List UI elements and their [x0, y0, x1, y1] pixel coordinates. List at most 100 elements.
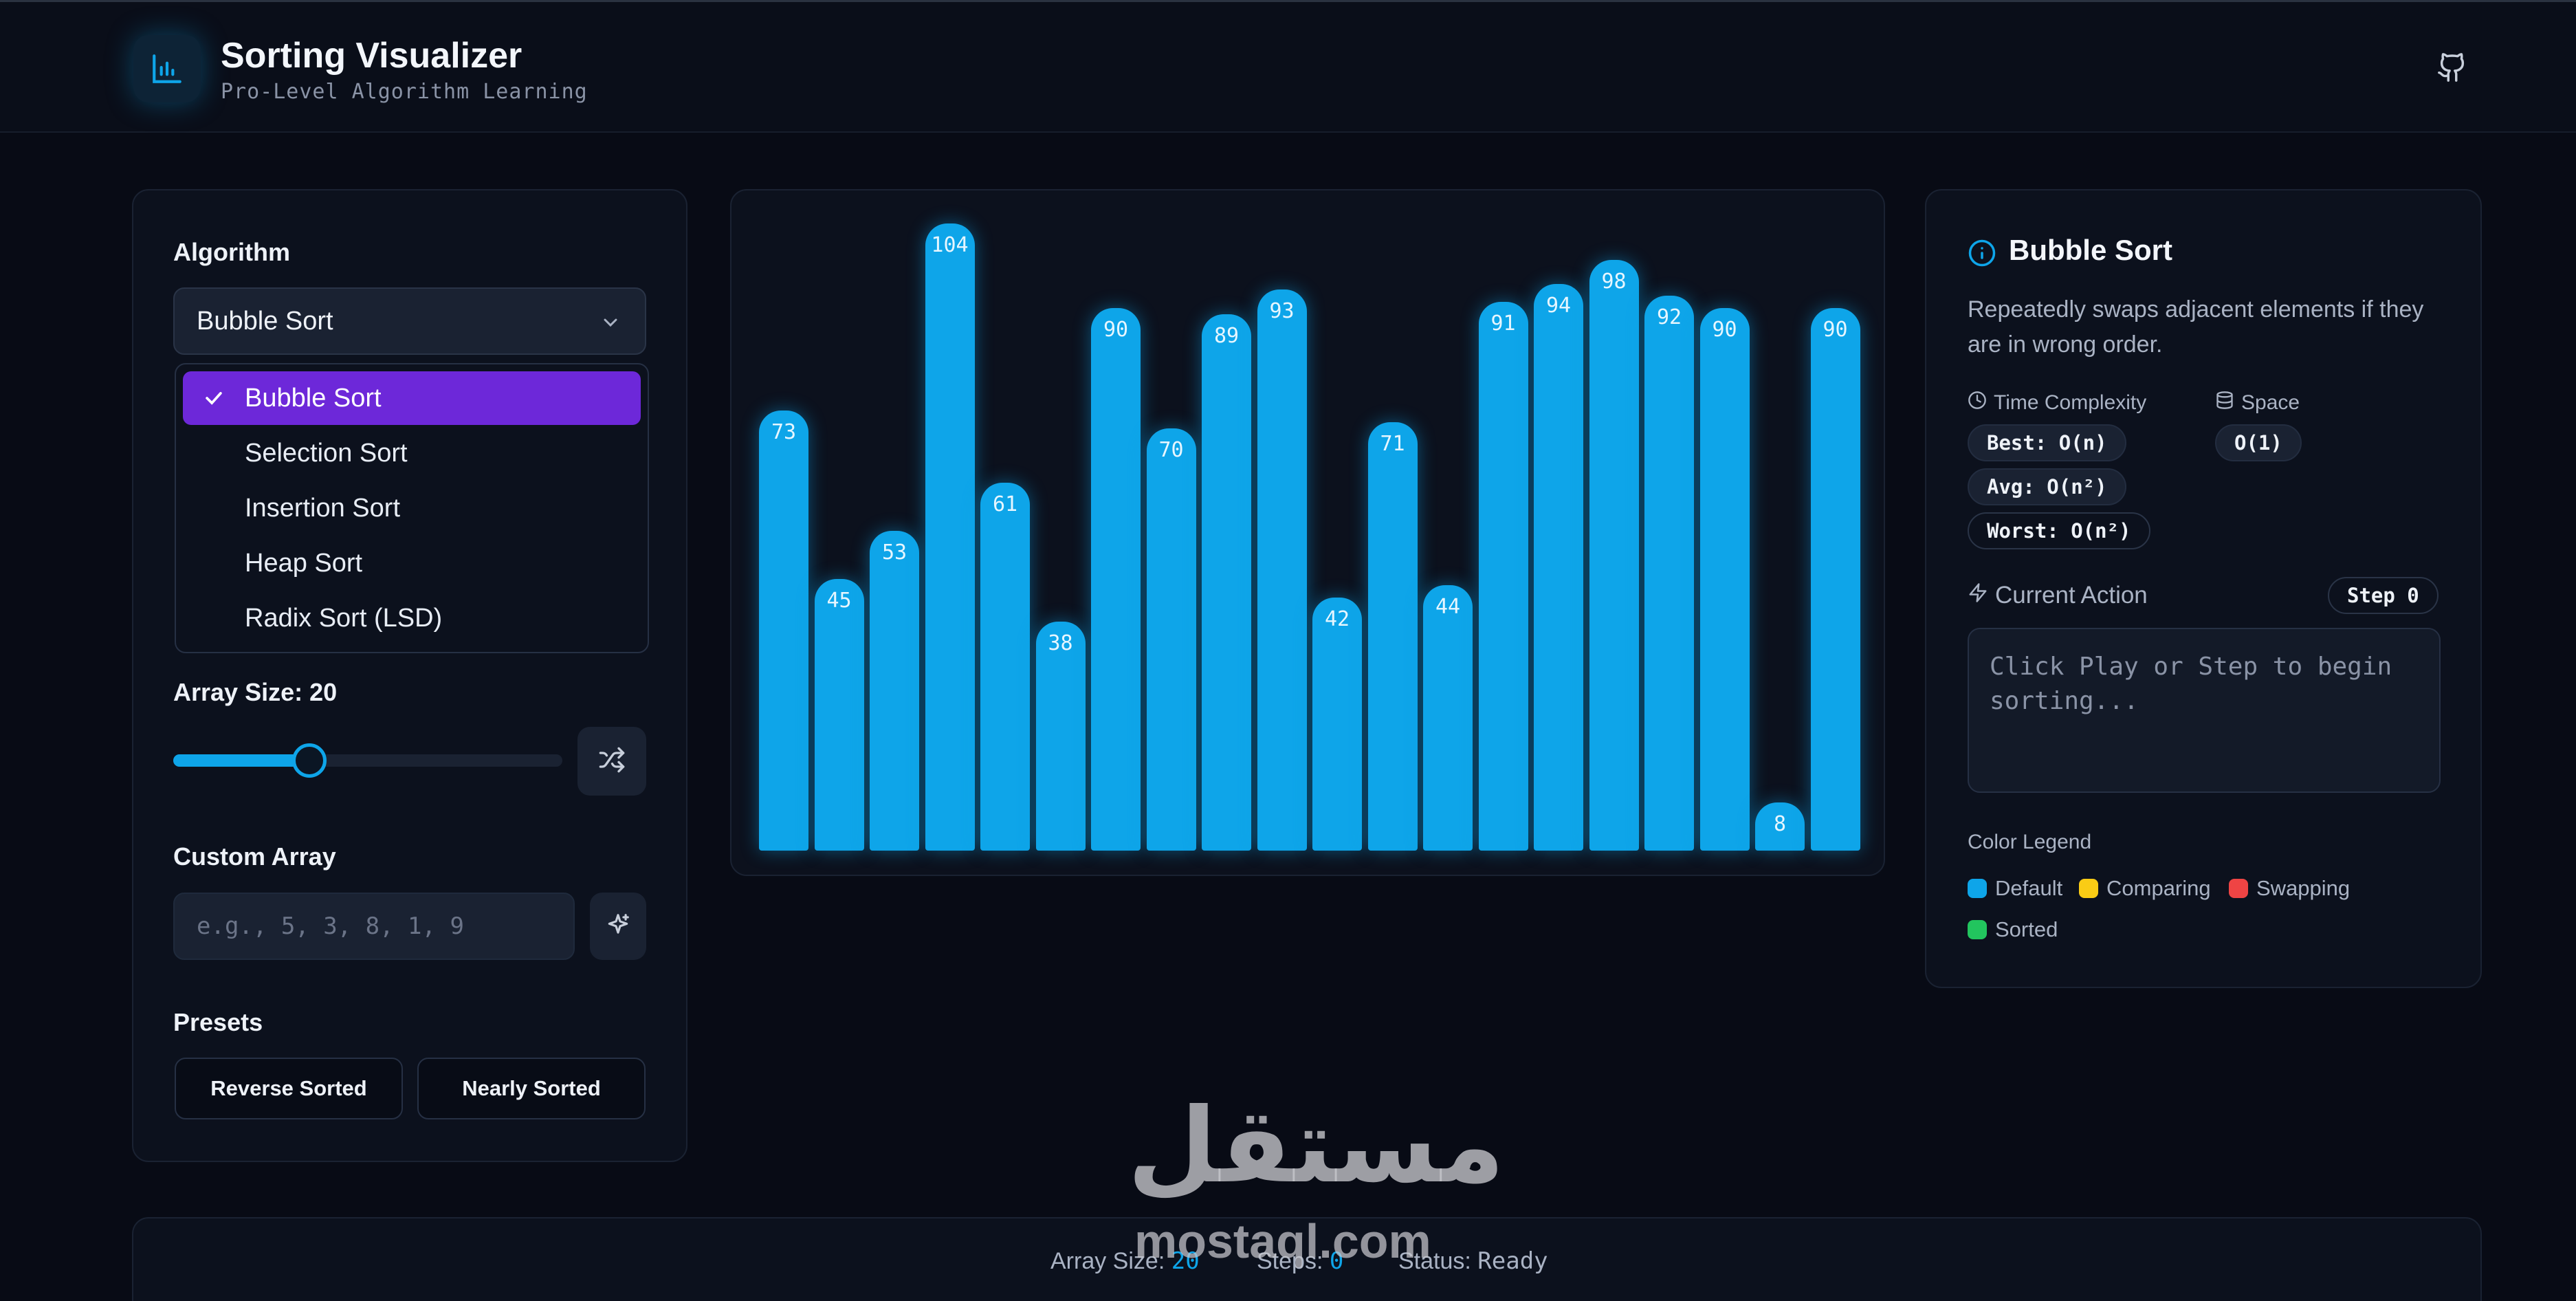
legend-dot: [1968, 879, 1987, 898]
bar-chart: 73 45 53 104 61 38 90 70 89 93 42 71 44 91 94 98 92 90 8 90: [731, 190, 1886, 877]
bar: 70: [1146, 428, 1196, 851]
best-complexity-badge: Best: O(n): [1968, 424, 2126, 461]
bar-value-label: 90: [1712, 317, 1737, 342]
info-icon: [1968, 239, 1996, 271]
legend-item-default: Default: [1968, 876, 2062, 901]
bar-value-label: 89: [1213, 323, 1240, 348]
bar-value-label: 90: [1103, 317, 1129, 342]
legend-item-sorted: Sorted: [1968, 917, 2058, 942]
dropdown-item-bubble-sort[interactable]: Bubble Sort: [183, 371, 641, 425]
current-action-text: Click Play or Step to begin sorting...: [1968, 628, 2441, 793]
shuffle-icon: [598, 746, 626, 777]
legend-dot: [2079, 879, 2098, 898]
legend-item-swapping: Swapping: [2229, 876, 2350, 901]
bar: 90: [1091, 307, 1141, 851]
worst-complexity-badge: Worst: O(n²): [1968, 512, 2150, 549]
bar-value-label: 53: [881, 540, 907, 565]
bar-value-label: 91: [1490, 311, 1516, 336]
algorithm-title: Bubble Sort: [2009, 234, 2172, 266]
bar: 98: [1589, 259, 1639, 851]
bar-value-label: 44: [1435, 595, 1461, 620]
bar: 73: [759, 410, 808, 851]
dropdown-item-label: Heap Sort: [245, 548, 363, 578]
database-icon: [2215, 391, 2234, 415]
bar: 44: [1423, 585, 1473, 851]
bar: 104: [925, 223, 975, 851]
array-size-label: Array Size: 20: [173, 678, 338, 706]
bar-value-label: 61: [992, 492, 1018, 517]
dropdown-item-radix-sort[interactable]: Radix Sort (LSD): [183, 591, 641, 645]
watermark-latin: mostaql.com: [1134, 1214, 1431, 1268]
zap-icon: [1968, 582, 1988, 609]
github-icon[interactable]: [2432, 47, 2472, 87]
bar-value-label: 38: [1048, 631, 1073, 655]
dropdown-item-insertion-sort[interactable]: Insertion Sort: [183, 481, 641, 535]
array-size-slider[interactable]: [173, 743, 562, 778]
current-action-label: Current Action: [1968, 582, 2148, 609]
clock-icon: [1968, 391, 1987, 415]
bar: 91: [1478, 302, 1528, 851]
bar-value-label: 42: [1324, 606, 1350, 631]
bar-value-label: 104: [931, 233, 969, 257]
reverse-sorted-button[interactable]: Reverse Sorted: [175, 1058, 403, 1119]
slider-thumb[interactable]: [292, 743, 327, 778]
bar: 71: [1367, 422, 1418, 851]
chart-panel: 73 45 53 104 61 38 90 70 89 93 42 71 44 91 94 98 92 90 8 90: [730, 189, 1885, 876]
custom-array-input[interactable]: [173, 893, 575, 960]
watermark-arabic: مستقل: [1127, 1088, 1508, 1203]
bar-value-label: 93: [1269, 299, 1295, 324]
app-subtitle: Pro-Level Algorithm Learning: [221, 80, 588, 104]
bar-value-label: 8: [1773, 811, 1787, 836]
presets-label: Presets: [173, 1008, 263, 1036]
check-icon: [202, 386, 225, 417]
bar: 38: [1035, 621, 1086, 851]
bar-value-label: 70: [1158, 438, 1184, 463]
bar-value-label: 90: [1823, 317, 1848, 342]
algorithm-label: Algorithm: [173, 238, 290, 266]
dropdown-item-label: Selection Sort: [245, 438, 408, 468]
dropdown-item-label: Insertion Sort: [245, 493, 400, 523]
bar: 90: [1810, 307, 1860, 851]
chart-logo-icon: [133, 35, 201, 102]
dropdown-item-label: Radix Sort (LSD): [245, 603, 443, 633]
time-complexity-label: Time Complexity: [1968, 391, 2146, 415]
algorithm-dropdown: Bubble Sort Selection Sort Insertion Sor…: [175, 363, 649, 653]
bar-value-label: 73: [771, 419, 797, 444]
legend-dot: [2229, 879, 2248, 898]
legend-item-comparing: Comparing: [2079, 876, 2211, 901]
algorithm-description: Repeatedly swaps adjacent elements if th…: [1968, 296, 2424, 358]
bar: 90: [1699, 307, 1750, 851]
bar: 45: [814, 579, 864, 851]
dropdown-item-heap-sort[interactable]: Heap Sort: [183, 536, 641, 590]
shuffle-button[interactable]: [577, 727, 646, 796]
sparkles-icon: [605, 912, 631, 941]
space-complexity-badge: O(1): [2215, 424, 2302, 461]
apply-custom-array-button[interactable]: [590, 893, 646, 960]
bar: 93: [1257, 289, 1307, 851]
space-label: Space: [2215, 391, 2300, 415]
app-header: Sorting Visualizer Pro-Level Algorithm L…: [0, 0, 2576, 133]
bar: 42: [1312, 597, 1362, 851]
nearly-sorted-button[interactable]: Nearly Sorted: [417, 1058, 646, 1119]
legend-title: Color Legend: [1968, 831, 2092, 853]
bar: 53: [870, 531, 919, 851]
bar: 8: [1755, 802, 1805, 851]
bar: 94: [1534, 283, 1583, 851]
bar-value-label: 45: [826, 589, 852, 613]
dropdown-item-label: Bubble Sort: [245, 383, 382, 413]
app-title: Sorting Visualizer: [221, 36, 522, 76]
bar-value-label: 94: [1545, 293, 1572, 318]
bar-value-label: 92: [1656, 305, 1682, 330]
custom-array-label: Custom Array: [173, 842, 336, 871]
legend-dot: [1968, 920, 1987, 939]
avg-complexity-badge: Avg: O(n²): [1968, 468, 2126, 505]
step-badge: Step 0: [2328, 577, 2439, 614]
bar: 61: [980, 483, 1030, 851]
bar-value-label: 98: [1601, 269, 1627, 294]
algorithm-select-value: Bubble Sort: [197, 306, 333, 336]
slider-fill: [173, 754, 310, 767]
chevron-down-icon: [599, 311, 621, 340]
dropdown-item-selection-sort[interactable]: Selection Sort: [183, 426, 641, 480]
bar-value-label: 71: [1380, 432, 1405, 457]
algorithm-select[interactable]: Bubble Sort: [173, 287, 646, 355]
